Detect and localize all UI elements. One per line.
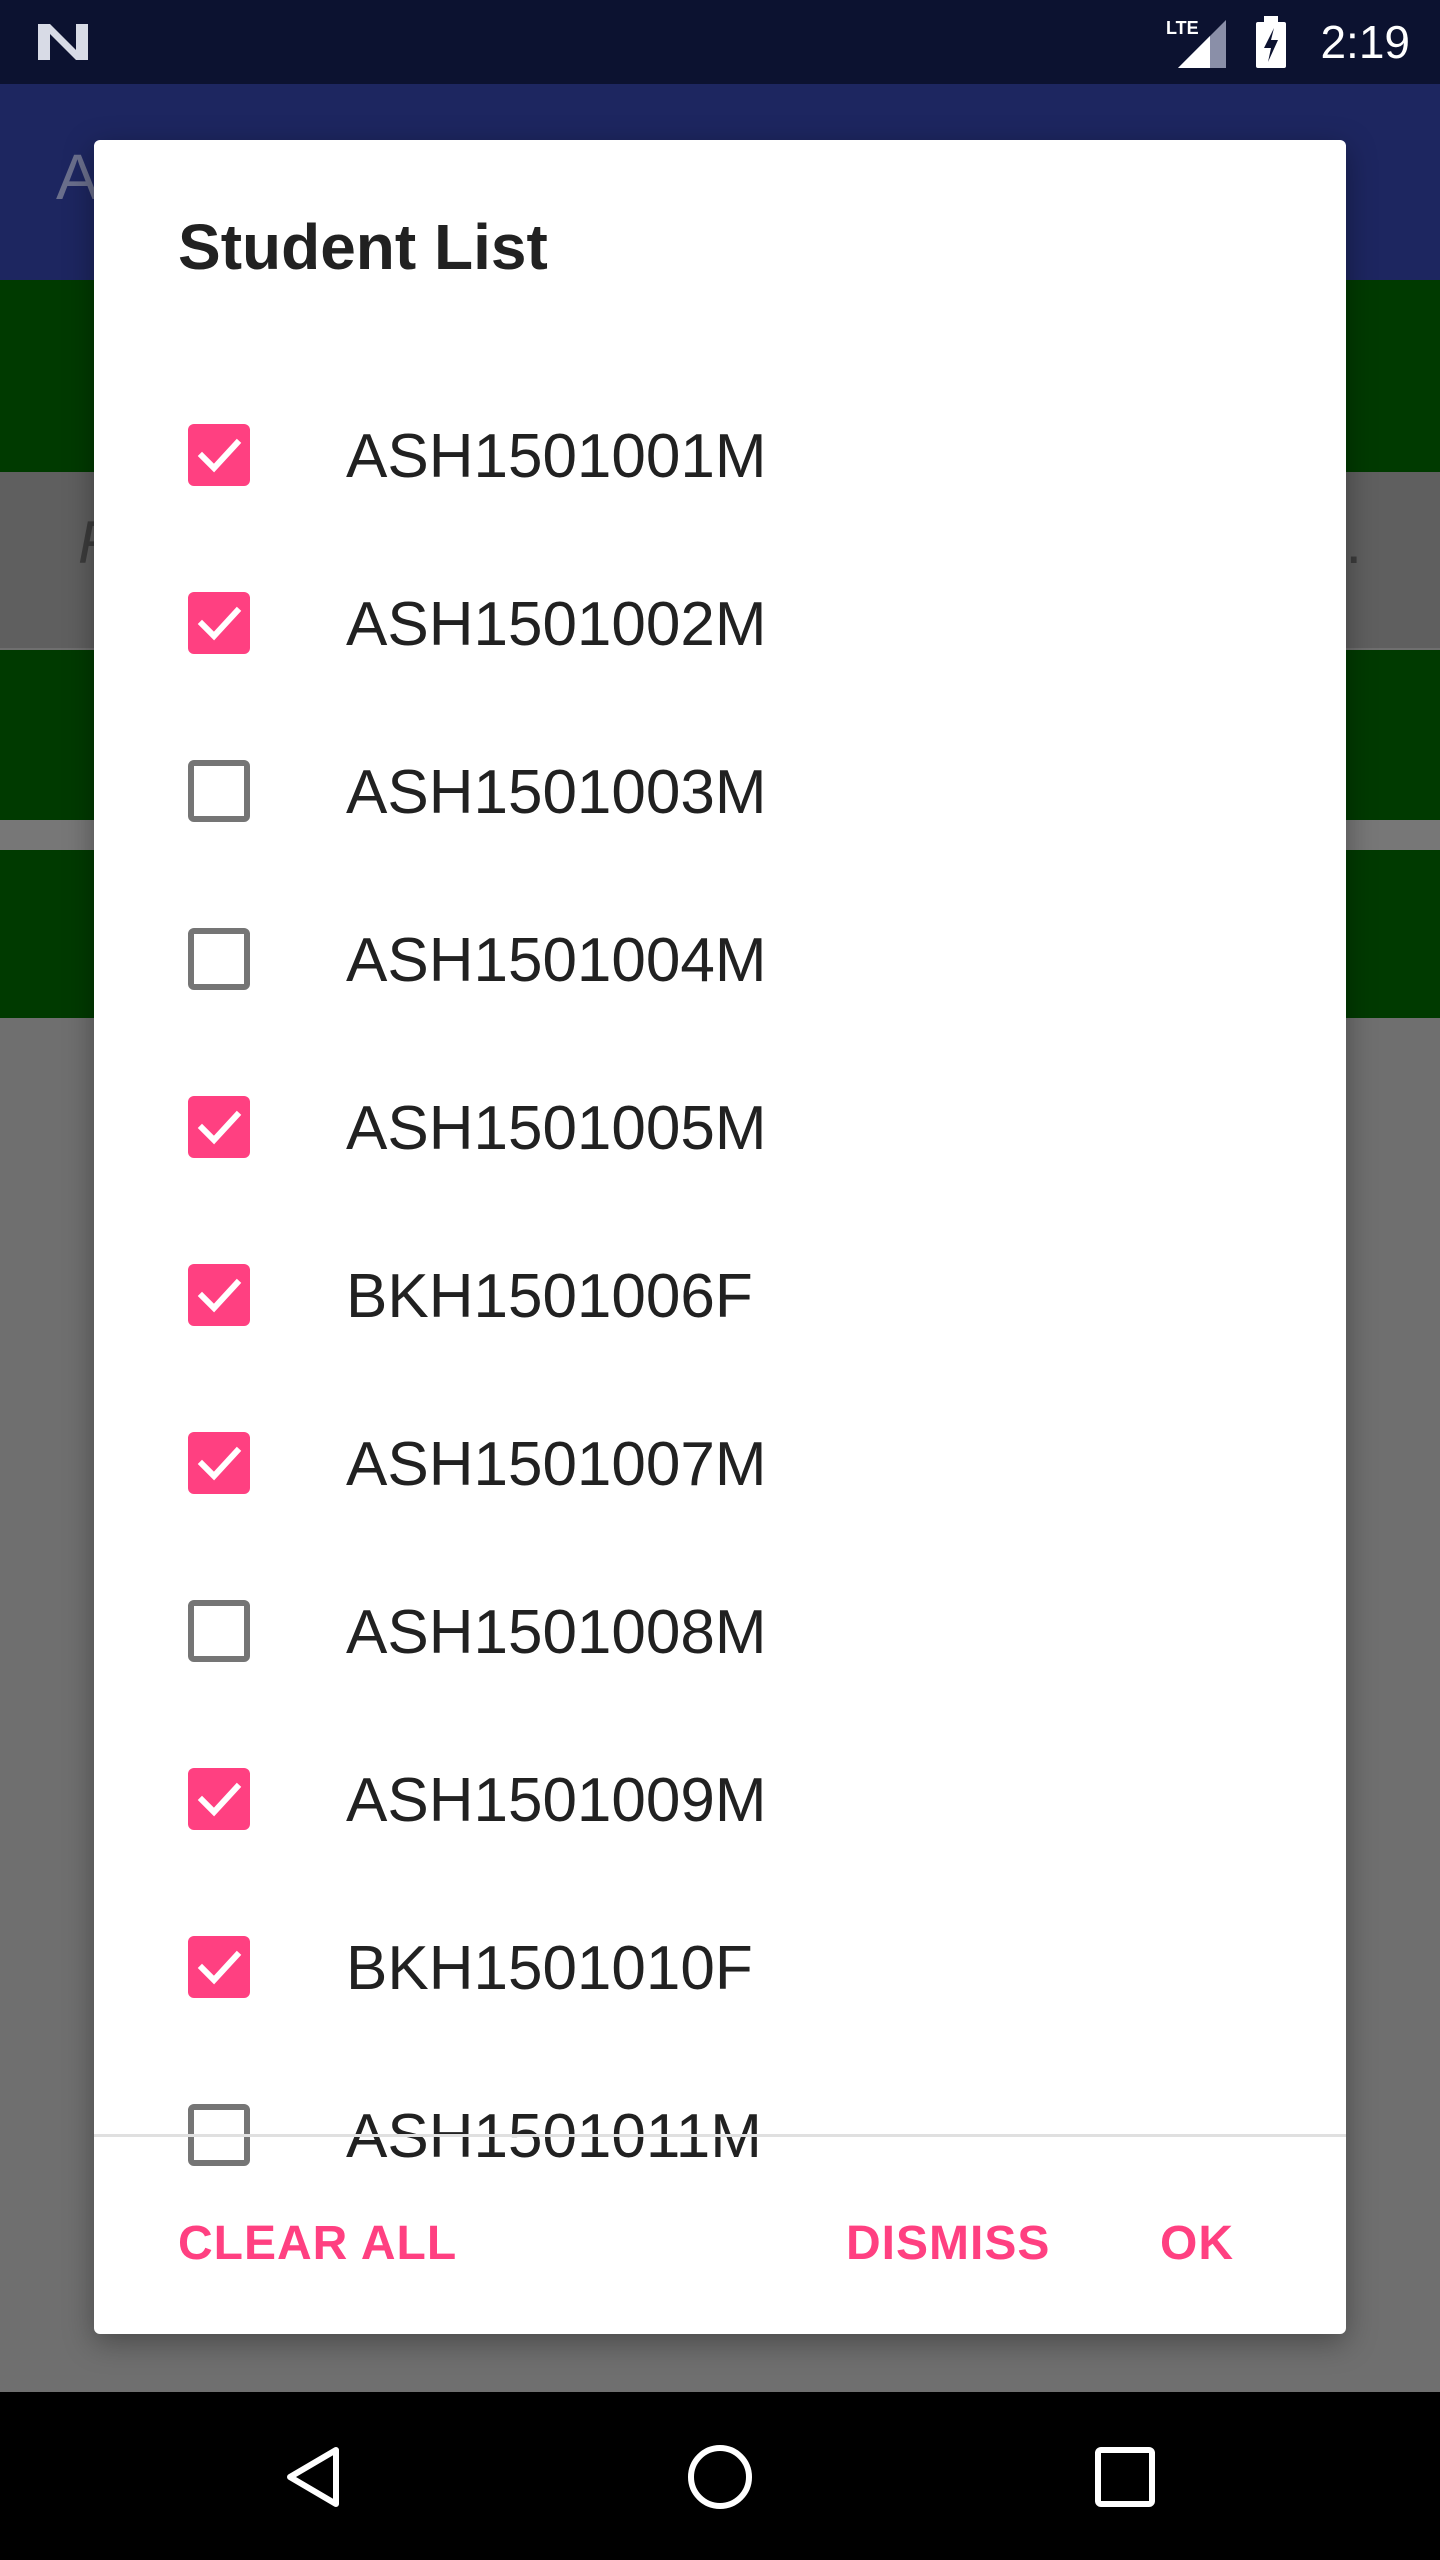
ok-button[interactable]: OK <box>1160 2216 1234 2271</box>
student-list-dialog: Student List ASH1501001M ASH1501002M ASH15… <box>94 140 1346 2334</box>
student-list-items: ASH1501001M ASH1501002M ASH1501003M ASH1501… <box>94 380 1346 2274</box>
back-icon <box>287 2447 339 2507</box>
n-logo-icon <box>38 24 88 60</box>
student-list-item[interactable]: ASH1501004M <box>94 884 1346 1052</box>
checkmark-icon <box>197 1110 242 1145</box>
student-list-item[interactable]: ASH1501007M <box>94 1388 1346 1556</box>
checkmark-icon <box>197 606 242 641</box>
checkbox-checked[interactable] <box>188 424 250 486</box>
checkmark-icon <box>197 1782 242 1817</box>
checkbox-checked[interactable] <box>188 1264 250 1326</box>
student-list-item[interactable]: ASH1501003M <box>94 716 1346 884</box>
student-id-label: ASH1501005M <box>346 1094 767 1163</box>
checkmark-icon <box>197 438 242 473</box>
student-id-label: ASH1501007M <box>346 1430 767 1499</box>
clock: 2:19 <box>1320 16 1410 68</box>
checkbox-checked[interactable] <box>188 1432 250 1494</box>
home-button[interactable] <box>675 2432 765 2522</box>
dialog-divider <box>94 2134 1346 2137</box>
background-row-trailing: . <box>1345 509 1362 576</box>
recents-icon <box>1095 2447 1155 2507</box>
student-id-label: ASH1501004M <box>346 926 767 995</box>
dialog-title: Student List <box>178 211 548 283</box>
checkbox-checked[interactable] <box>188 1936 250 1998</box>
student-id-label: ASH1501011M <box>346 2102 762 2171</box>
checkbox-unchecked[interactable] <box>188 1600 250 1662</box>
checkbox-unchecked[interactable] <box>188 928 250 990</box>
checkmark-icon <box>197 1278 242 1313</box>
student-list-item[interactable]: ASH1501002M <box>94 548 1346 716</box>
student-id-label: BKH1501010F <box>346 1934 753 2003</box>
student-list-item[interactable]: ASH1501008M <box>94 1556 1346 1724</box>
recents-button[interactable] <box>1080 2432 1170 2522</box>
checkbox-checked[interactable] <box>188 592 250 654</box>
student-list-item[interactable]: ASH1501009M <box>94 1724 1346 1892</box>
svg-text:LTE: LTE <box>1166 18 1199 38</box>
student-id-label: ASH1501008M <box>346 1598 767 1667</box>
navigation-bar <box>0 2392 1440 2560</box>
back-button[interactable] <box>270 2432 360 2522</box>
home-icon <box>688 2445 752 2509</box>
student-list-item[interactable]: ASH1501011M <box>94 2060 1346 2228</box>
clear-all-button[interactable]: CLEAR ALL <box>178 2216 457 2271</box>
student-list-item[interactable]: ASH1501005M <box>94 1052 1346 1220</box>
app-bar-title: A <box>56 141 99 213</box>
student-list-item[interactable]: ASH1501001M <box>94 380 1346 548</box>
dismiss-button[interactable]: DISMISS <box>846 2216 1050 2271</box>
checkmark-icon <box>197 1446 242 1481</box>
checkmark-icon <box>197 1950 242 1985</box>
checkbox-checked[interactable] <box>188 1096 250 1158</box>
student-list-item[interactable]: BKH1501006F <box>94 1220 1346 1388</box>
student-id-label: ASH1501003M <box>346 758 767 827</box>
checkbox-unchecked[interactable] <box>188 760 250 822</box>
student-list[interactable]: ASH1501001M ASH1501002M ASH1501003M ASH1501… <box>94 380 1346 2274</box>
signal-icon: LTE <box>1166 18 1226 68</box>
checkbox-checked[interactable] <box>188 1768 250 1830</box>
battery-charging-icon <box>1256 16 1286 68</box>
student-id-label: ASH1501001M <box>346 422 767 491</box>
student-list-item[interactable]: BKH1501010F <box>94 1892 1346 2060</box>
student-id-label: ASH1501002M <box>346 590 767 659</box>
student-id-label: ASH1501009M <box>346 1766 767 1835</box>
student-id-label: BKH1501006F <box>346 1262 753 1331</box>
status-bar: LTE 2:19 <box>0 0 1440 84</box>
